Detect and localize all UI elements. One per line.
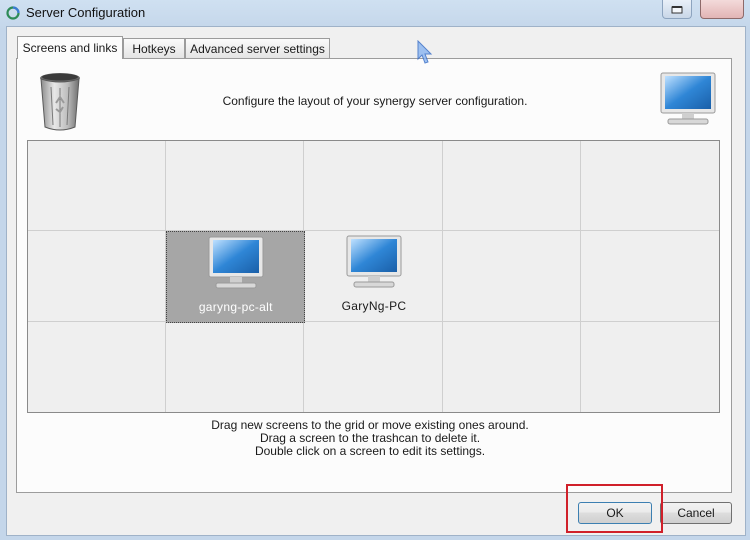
grid-cell[interactable] xyxy=(166,321,305,412)
mouse-cursor-icon xyxy=(417,40,433,64)
instructions: Drag new screens to the grid or move exi… xyxy=(100,419,640,458)
grid-cell[interactable] xyxy=(304,321,443,412)
instruction-line: Double click on a screen to edit its set… xyxy=(254,444,486,458)
grid-cell[interactable] xyxy=(580,141,719,232)
window-title: Server Configuration xyxy=(26,5,146,20)
trashcan-icon[interactable] xyxy=(36,71,84,133)
grid-cell[interactable] xyxy=(581,322,719,412)
synergy-icon xyxy=(6,6,20,20)
grid-cell[interactable] xyxy=(28,231,167,322)
screen-name: garyng-pc-alt xyxy=(198,300,273,315)
highlight-box xyxy=(566,484,663,533)
screen-name: GaryNg-PC xyxy=(341,299,407,314)
grid-cell[interactable] xyxy=(442,231,581,322)
tab-advanced-server-settings[interactable]: Advanced server settings xyxy=(185,38,330,58)
grid-cell[interactable] xyxy=(166,141,305,232)
tab-label: Screens and links xyxy=(22,41,118,55)
grid-cell[interactable] xyxy=(580,231,719,322)
grid-cell[interactable] xyxy=(28,141,167,232)
server-configuration-window: Server Configuration Screens and links H… xyxy=(0,0,750,540)
grid-cell[interactable] xyxy=(304,141,443,232)
screen-garyng-pc-alt[interactable]: garyng-pc-alt xyxy=(166,231,306,323)
tab-screens-and-links[interactable]: Screens and links xyxy=(17,36,123,59)
cancel-button-label: Cancel xyxy=(677,506,715,520)
close-button[interactable] xyxy=(700,0,744,19)
restore-icon xyxy=(671,5,683,13)
monitor-icon xyxy=(346,235,402,288)
screen-layout-grid[interactable]: garyng-pc-alt GaryNg-PC xyxy=(27,140,720,413)
screen-garyng-pc[interactable]: GaryNg-PC xyxy=(304,231,443,322)
header-description: Configure the layout of your synergy ser… xyxy=(222,94,528,108)
monitor-icon xyxy=(208,236,264,289)
restore-button[interactable] xyxy=(662,0,692,19)
tab-label: Hotkeys xyxy=(132,41,176,56)
cancel-button[interactable]: Cancel xyxy=(660,502,732,524)
tab-hotkeys[interactable]: Hotkeys xyxy=(123,38,185,58)
grid-cell[interactable] xyxy=(443,321,581,412)
tab-label: Advanced server settings xyxy=(190,41,325,56)
grid-cell[interactable] xyxy=(442,141,581,232)
grid-cell[interactable] xyxy=(28,321,167,412)
title-bar[interactable]: Server Configuration xyxy=(0,0,750,26)
monitor-icon[interactable] xyxy=(658,72,718,128)
